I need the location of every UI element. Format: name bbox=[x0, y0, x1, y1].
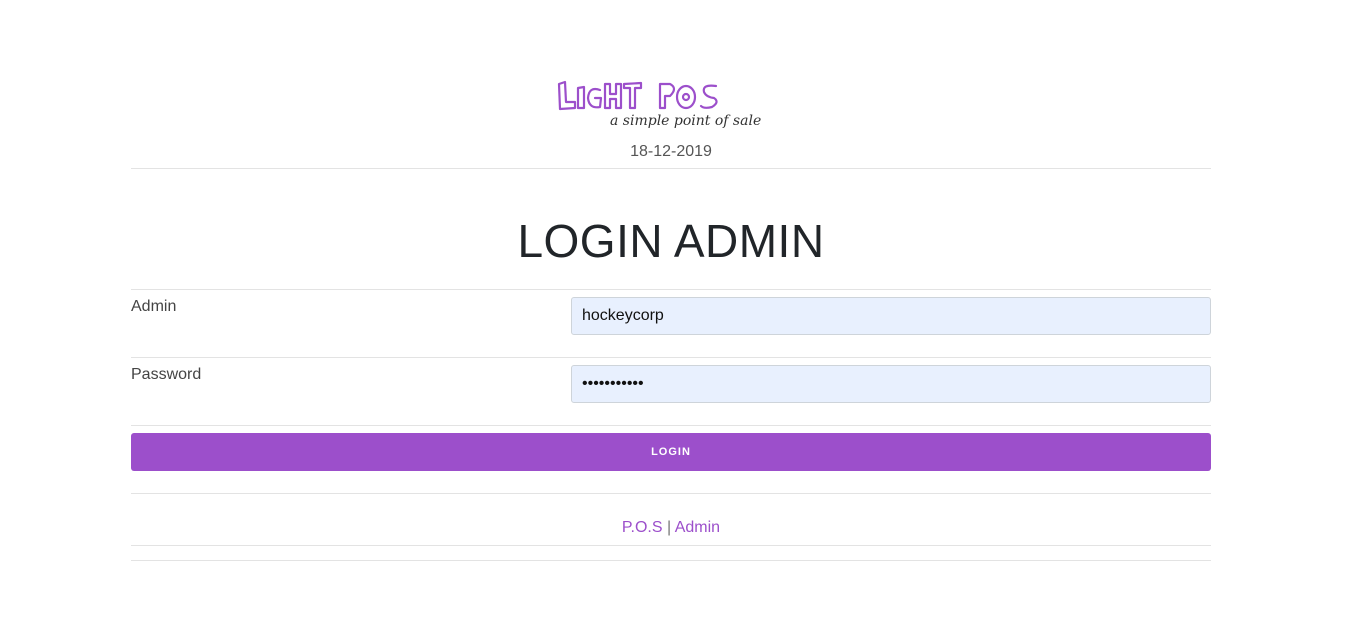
footer-divider-bottom bbox=[131, 560, 1211, 561]
password-input[interactable] bbox=[571, 365, 1211, 403]
form-divider-middle bbox=[131, 357, 1211, 358]
svg-text:a simple point of sale: a simple point of sale bbox=[610, 113, 761, 129]
form-divider-top bbox=[131, 289, 1211, 290]
footer-divider-middle bbox=[131, 545, 1211, 546]
link-separator: | bbox=[667, 519, 672, 536]
admin-label: Admin bbox=[131, 298, 177, 315]
password-label: Password bbox=[131, 366, 202, 383]
header-divider bbox=[131, 168, 1211, 169]
app-logo: a simple point of sale bbox=[556, 76, 778, 132]
admin-link[interactable]: Admin bbox=[675, 519, 720, 536]
light-pos-logo-icon: a simple point of sale bbox=[557, 80, 761, 129]
footer-links: P.O.S | Admin bbox=[131, 519, 1211, 537]
admin-input[interactable] bbox=[571, 297, 1211, 335]
pos-link[interactable]: P.O.S bbox=[622, 519, 663, 536]
login-button[interactable]: LOGIN bbox=[131, 433, 1211, 471]
form-divider-bottom bbox=[131, 425, 1211, 426]
footer-divider-top bbox=[131, 493, 1211, 494]
page-title: LOGIN ADMIN bbox=[517, 215, 825, 267]
current-date: 18-12-2019 bbox=[630, 143, 712, 160]
